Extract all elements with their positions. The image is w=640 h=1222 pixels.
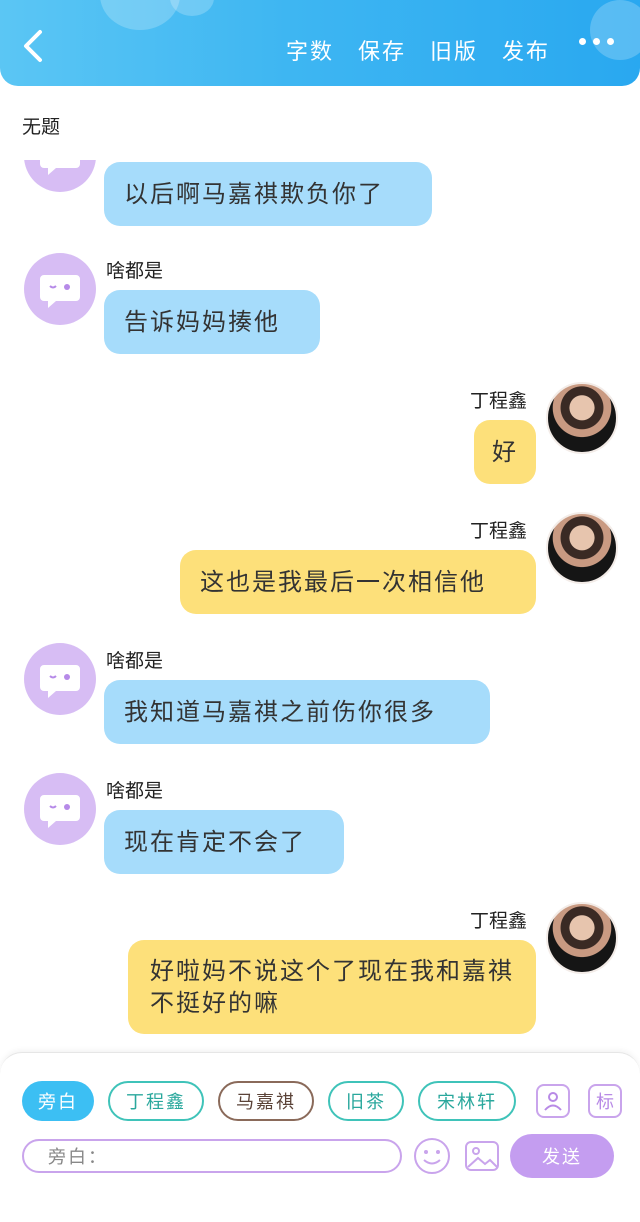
message-bubble: 告诉妈妈揍他 — [104, 290, 320, 354]
word-count-button[interactable]: 字数 — [286, 34, 334, 66]
message-bubble: 我知道马嘉祺之前伤你很多 — [104, 680, 490, 744]
chat-bubble-icon — [40, 795, 80, 828]
bot-avatar[interactable] — [24, 773, 96, 845]
sender-name: 丁程鑫 — [470, 520, 528, 542]
composer-bar: 旁白 丁程鑫 马嘉祺 旧茶 宋林轩 标 旁白： 发送 — [0, 1052, 640, 1222]
back-button[interactable] — [20, 28, 52, 68]
user-avatar[interactable] — [546, 902, 618, 974]
decor-bubble — [590, 0, 640, 60]
message-input[interactable]: 旁白： — [22, 1139, 402, 1173]
message-bubble: 好 — [474, 420, 536, 484]
message-bubble: 现在肯定不会了 — [104, 810, 344, 874]
more-icon[interactable] — [579, 38, 614, 45]
chat-bubble-icon — [40, 160, 80, 175]
send-button[interactable]: 发送 — [510, 1134, 614, 1178]
chat-area[interactable]: 以后啊马嘉祺欺负你了 啥都是 告诉妈妈揍他 丁程鑫 好 丁程鑫 这也是我最后一次… — [0, 160, 640, 1050]
message-bubble: 好啦妈不说这个了现在我和嘉祺不挺好的嘛 — [128, 940, 536, 1034]
image-icon[interactable] — [463, 1137, 501, 1175]
chat-bubble-icon — [40, 275, 80, 308]
message-bubble: 以后啊马嘉祺欺负你了 — [104, 162, 432, 226]
role-chip[interactable]: 宋林轩 — [418, 1081, 516, 1121]
add-role-button[interactable] — [536, 1084, 570, 1118]
message-bubble: 这也是我最后一次相信他 — [180, 550, 536, 614]
sender-name: 丁程鑫 — [470, 910, 528, 932]
user-avatar[interactable] — [546, 382, 618, 454]
chevron-left-icon — [24, 30, 42, 62]
bot-avatar[interactable] — [24, 253, 96, 325]
bot-avatar[interactable] — [24, 643, 96, 715]
chat-bubble-icon — [40, 665, 80, 698]
user-avatar[interactable] — [546, 512, 618, 584]
sender-name: 啥都是 — [106, 650, 164, 672]
role-chip[interactable]: 旧茶 — [328, 1081, 404, 1121]
role-chip-narrator[interactable]: 旁白 — [22, 1081, 94, 1121]
person-icon — [544, 1092, 562, 1111]
page-title: 无题 — [22, 116, 61, 138]
decor-bubble — [100, 0, 180, 30]
save-button[interactable]: 保存 — [358, 34, 406, 66]
role-chip[interactable]: 丁程鑫 — [108, 1081, 204, 1121]
header-actions: 字数 保存 旧版 发布 — [286, 34, 550, 66]
old-version-button[interactable]: 旧版 — [430, 34, 478, 66]
mark-button[interactable]: 标 — [588, 1084, 622, 1118]
sender-name: 啥都是 — [106, 780, 164, 802]
role-chip[interactable]: 马嘉祺 — [218, 1081, 314, 1121]
sender-name: 啥都是 — [106, 260, 164, 282]
emoji-icon[interactable] — [413, 1137, 451, 1175]
top-bar: 字数 保存 旧版 发布 — [0, 0, 640, 86]
sender-name: 丁程鑫 — [470, 390, 528, 412]
decor-bubble — [170, 0, 214, 16]
publish-button[interactable]: 发布 — [502, 34, 550, 66]
bot-avatar[interactable] — [24, 160, 96, 192]
